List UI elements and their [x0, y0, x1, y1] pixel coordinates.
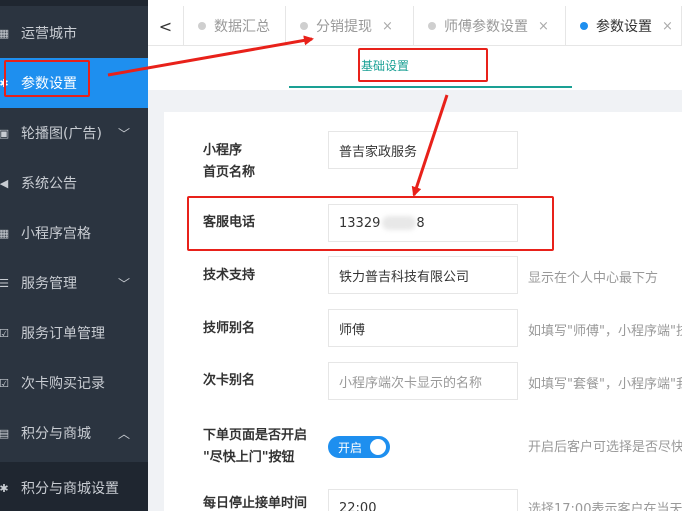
sidebar-item-label: 积分与商城设置 [21, 481, 119, 497]
annotation-box-subtab [358, 48, 488, 82]
cart-icon: ▤ [0, 426, 10, 440]
tab-scroll-left-button[interactable]: < [148, 6, 184, 46]
close-icon[interactable]: × [662, 19, 673, 34]
quick-visit-hint: 开启后客户可选择是否尽快 [528, 440, 682, 455]
chevron-icon[interactable]: ﹀ [118, 275, 130, 292]
mini-program-name-input[interactable]: 普吉家政服务 [328, 131, 518, 169]
image-icon: ▣ [0, 126, 10, 140]
tab-status-dot-icon [300, 22, 308, 30]
daily-stop-time-hint: 选择17:00表示客户在当天1 [528, 502, 682, 511]
close-icon[interactable]: × [538, 19, 549, 34]
list-icon: ☰ [0, 276, 9, 290]
card-alias-label: 次卡别名 [203, 373, 256, 388]
tab[interactable]: 数据汇总 [184, 6, 286, 46]
tab[interactable]: 师傅参数设置 × [414, 6, 566, 46]
tech-support-hint: 显示在个人中心最下方 [528, 271, 659, 286]
close-icon[interactable]: × [382, 19, 393, 34]
sidebar-item-label: 服务管理 [21, 276, 77, 292]
sidebar-item-label: 轮播图(广告) [21, 126, 102, 142]
tech-support-label: 技术支持 [203, 268, 256, 283]
annotation-box-sidebar [4, 60, 90, 97]
tab-label: 分销提现 [316, 19, 372, 35]
chevron-icon[interactable]: ﹀ [118, 125, 130, 142]
sidebar-item[interactable]: ☑ 服务订单管理 [0, 308, 148, 358]
grid-icon: ▦ [0, 226, 10, 240]
mini-program-name-label: 小程序 首页名称 [203, 143, 256, 180]
subtab-active-underline [289, 86, 572, 88]
checkbox-icon: ☑ [0, 376, 9, 390]
speaker-icon: ◀ [0, 176, 9, 190]
tab[interactable]: 参数设置 × [566, 6, 682, 46]
card-alias-hint: 如填写"套餐"，小程序端"我 [528, 377, 682, 392]
sidebar-item-label: 次卡购买记录 [21, 376, 105, 392]
tab-label: 数据汇总 [214, 19, 270, 35]
sidebar-item-label: 服务订单管理 [21, 326, 105, 342]
checkbox-icon: ☑ [0, 326, 9, 340]
sidebar-item[interactable]: ☑ 次卡购买记录 [0, 358, 148, 408]
tab[interactable]: 分销提现 × [286, 6, 414, 46]
sidebar-item[interactable]: ◀ 系统公告 [0, 158, 148, 208]
sidebar-item-label: 积分与商城 [21, 426, 91, 442]
sidebar-item-label: 系统公告 [21, 176, 77, 192]
daily-stop-time-label: 每日停止接单时间 [203, 496, 308, 511]
quick-visit-label: 下单页面是否开启 "尽快上门"按钮 [203, 428, 308, 465]
technician-alias-label: 技师别名 [203, 321, 256, 336]
tab-status-dot-icon [198, 22, 206, 30]
sidebar-item[interactable]: ✱ 积分与商城设置 [0, 463, 148, 511]
toggle-knob [370, 439, 386, 455]
daily-stop-time-input[interactable]: 22:00 [328, 489, 518, 511]
sidebar-item-label: 运营城市 [21, 26, 77, 42]
tab-bar: < 数据汇总 分销提现 × 师傅参数设置 × 参数设置 × [148, 0, 682, 46]
gear-icon: ✱ [0, 481, 9, 495]
tab-label: 参数设置 [596, 19, 652, 35]
tab-status-dot-icon [580, 22, 588, 30]
sidebar-item[interactable]: ▤ 积分与商城 ︿ [0, 408, 148, 458]
settings-form-panel: 小程序 首页名称 普吉家政服务 客服电话 13329 8 技术支持 铁力普吉科技有… [164, 112, 682, 511]
annotation-box-phone [187, 196, 554, 251]
tech-support-input[interactable]: 铁力普吉科技有限公司 [328, 256, 518, 294]
building-icon: ▦ [0, 26, 10, 40]
chevron-left-icon: < [158, 16, 173, 36]
main-content: 基础设置 小程序 首页名称 普吉家政服务 客服电话 13329 8 技术支持 铁力… [148, 46, 682, 511]
sidebar-top-strip [0, 0, 148, 6]
chevron-icon[interactable]: ︿ [118, 425, 130, 442]
sidebar-item[interactable]: ▣ 轮播图(广告) ﹀ [0, 108, 148, 158]
tab-status-dot-icon [428, 22, 436, 30]
sidebar-item[interactable]: ☰ 服务管理 ﹀ [0, 258, 148, 308]
sidebar-item-label: 小程序宫格 [21, 226, 91, 242]
technician-alias-input[interactable]: 师傅 [328, 309, 518, 347]
quick-visit-toggle[interactable]: 开启 [328, 436, 390, 458]
sidebar-item[interactable]: ▦ 运营城市 [0, 8, 148, 58]
card-alias-input[interactable]: 小程序端次卡显示的名称 [328, 362, 518, 400]
sidebar-item[interactable]: ▦ 小程序宫格 [0, 208, 148, 258]
tab-label: 师傅参数设置 [444, 19, 528, 35]
technician-alias-hint: 如填写"师傅"，小程序端"技 [528, 324, 682, 339]
